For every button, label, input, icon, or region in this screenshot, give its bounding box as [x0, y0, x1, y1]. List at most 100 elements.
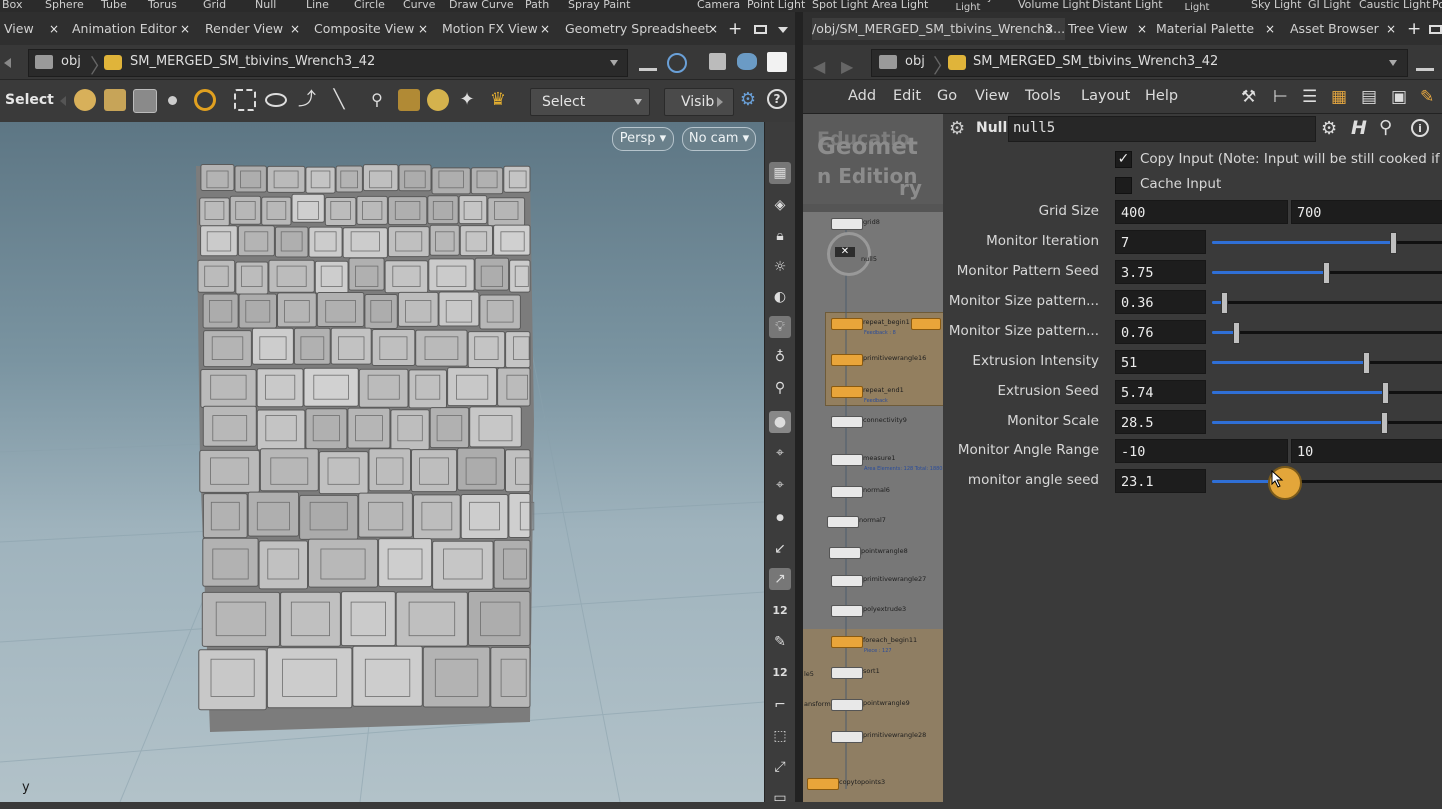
param-slider[interactable]: [1212, 412, 1442, 434]
node-primitivewrangle27[interactable]: [831, 575, 863, 587]
pin-icon[interactable]: [1416, 54, 1434, 71]
param-slider[interactable]: [1212, 466, 1442, 500]
tab-close-icon[interactable]: ×: [1044, 18, 1054, 40]
add-tab-icon[interactable]: +: [728, 18, 742, 40]
copy-input-checkbox[interactable]: ✓: [1115, 151, 1132, 168]
path-node[interactable]: SM_MERGED_SM_tbivins_Wrench3_42: [973, 49, 1218, 75]
node-connectivity9[interactable]: [831, 416, 863, 428]
tab-close-icon[interactable]: ×: [1386, 18, 1396, 40]
slider-thumb[interactable]: [1390, 232, 1397, 254]
shelf-item[interactable]: Camera: [697, 0, 740, 12]
geometry-select-icon[interactable]: [104, 89, 126, 111]
lightbulb-icon[interactable]: ♁: [769, 346, 791, 368]
tab-close-icon[interactable]: ×: [540, 18, 550, 40]
network-editor[interactable]: Educatio Geomet n Edition ry ✕ grid8 null…: [803, 114, 943, 802]
crown-select-icon[interactable]: ♛: [487, 89, 509, 111]
tab-close-icon[interactable]: ×: [708, 18, 718, 40]
node-repeat_begin1[interactable]: [831, 318, 863, 330]
param-value-field[interactable]: 7: [1115, 230, 1206, 254]
tab-render-view[interactable]: Render View: [205, 18, 283, 40]
param-value-field[interactable]: 23.1: [1115, 469, 1206, 493]
link-icon[interactable]: [667, 53, 687, 73]
shelf-item[interactable]: Curve: [403, 0, 435, 12]
path-node[interactable]: SM_MERGED_SM_tbivins_Wrench3_42: [130, 49, 375, 75]
node-pointwrangle8[interactable]: [829, 547, 861, 559]
tab-close-icon[interactable]: ×: [180, 18, 190, 40]
pane-divider[interactable]: [795, 12, 803, 802]
dynamics-select-icon[interactable]: [133, 89, 157, 113]
param-slider[interactable]: [1212, 382, 1442, 404]
param-slider[interactable]: [1212, 262, 1442, 284]
shelf-item[interactable]: Sphere: [45, 0, 84, 12]
tab-geometry-spreadsheet[interactable]: Geometry Spreadsheet: [565, 18, 710, 40]
path-root[interactable]: obj: [61, 49, 81, 75]
tab-animation-editor[interactable]: Animation Editor: [72, 18, 177, 40]
cache-input-checkbox[interactable]: [1115, 177, 1132, 194]
lock-icon[interactable]: 🔒︎: [769, 225, 791, 247]
tab-composite-view[interactable]: Composite View: [314, 18, 414, 40]
brush-icon[interactable]: ✎: [769, 631, 791, 653]
point-display-icon[interactable]: ●: [769, 507, 791, 529]
tiles-view-icon[interactable]: ▤: [1361, 87, 1377, 107]
point-select-icon[interactable]: [168, 96, 177, 105]
tab-close-icon[interactable]: ×: [1265, 18, 1275, 40]
shelf-item[interactable]: Box: [2, 0, 22, 12]
param-value-field-2[interactable]: 700: [1291, 200, 1442, 224]
panel-layout-icon[interactable]: ▣: [1391, 87, 1407, 107]
prim-numbers-icon[interactable]: 12: [769, 662, 791, 684]
grid-view-icon[interactable]: ▦: [1331, 87, 1347, 107]
shelf-item[interactable]: Spot Light: [812, 0, 868, 12]
menu-view[interactable]: View: [975, 88, 1009, 104]
node-copytopoints3[interactable]: [807, 778, 839, 790]
shelf-item[interactable]: Volume Light: [1018, 0, 1090, 12]
tool-more-icon[interactable]: ▭: [769, 787, 791, 809]
shelf-item[interactable]: Circle: [354, 0, 385, 12]
tab-close-icon[interactable]: ×: [290, 18, 300, 40]
param-value-field[interactable]: 51: [1115, 350, 1206, 374]
shelf-item[interactable]: Null: [255, 0, 276, 12]
shelf-item[interactable]: Geometry Light: [938, 0, 998, 12]
shelf-item[interactable]: Grid: [203, 0, 226, 12]
tab-view[interactable]: View: [4, 18, 34, 40]
shelf-item[interactable]: Po: [1432, 0, 1442, 12]
shelf-item[interactable]: Spray Paint: [568, 0, 630, 12]
persp-camera-button[interactable]: Persp ▾: [612, 127, 674, 151]
menu-go[interactable]: Go: [937, 88, 957, 104]
material-ball-icon[interactable]: ●: [769, 411, 791, 433]
path-dropdown-icon[interactable]: [610, 60, 618, 66]
node-primitivewrangle28[interactable]: [831, 731, 863, 743]
tools-icon[interactable]: ⚒: [1241, 87, 1256, 107]
tab-close-icon[interactable]: ×: [49, 18, 59, 40]
shelf-item[interactable]: Distant Light: [1092, 0, 1163, 12]
slider-thumb[interactable]: [1323, 262, 1330, 284]
settings-gear-icon[interactable]: ⚙: [1321, 118, 1337, 139]
menu-add[interactable]: Add: [848, 88, 876, 104]
tab-network-path[interactable]: /obj/SM_MERGED_SM_tbivins_Wrench3...: [812, 18, 1066, 40]
shelf-item[interactable]: Environment Light: [1167, 0, 1231, 12]
guide-icon[interactable]: ◈: [769, 194, 791, 216]
back-arrow-icon[interactable]: [4, 58, 11, 68]
maximize-icon[interactable]: [754, 25, 767, 34]
snap-icon[interactable]: ⤢: [769, 756, 791, 778]
forward-arrow-icon[interactable]: ▶: [841, 57, 853, 76]
param-value-field[interactable]: 0.76: [1115, 320, 1206, 344]
path-root[interactable]: obj: [905, 49, 925, 75]
info-icon[interactable]: i: [1411, 119, 1429, 137]
pin-icon[interactable]: [639, 54, 657, 71]
select-connected-icon[interactable]: [427, 89, 449, 111]
box-select-icon[interactable]: [234, 89, 256, 111]
param-slider[interactable]: [1212, 232, 1442, 254]
geometry-view-icon[interactable]: [709, 53, 726, 70]
param-slider[interactable]: [1212, 292, 1442, 314]
shelf-item[interactable]: Sky Light: [1251, 0, 1301, 12]
menu-layout[interactable]: Layout: [1081, 88, 1130, 104]
transform-handle-icon[interactable]: [194, 89, 216, 111]
shelf-item[interactable]: GI Light: [1308, 0, 1351, 12]
param-value-field[interactable]: 400: [1115, 200, 1288, 224]
help-icon[interactable]: ?: [767, 89, 787, 109]
object-select-icon[interactable]: [74, 89, 96, 111]
camera-view-icon[interactable]: ⌖: [769, 474, 791, 496]
headlight-icon[interactable]: 💡︎: [769, 316, 791, 338]
select-type-dropdown[interactable]: Select: [530, 88, 650, 116]
select-groups-icon[interactable]: [398, 89, 420, 111]
